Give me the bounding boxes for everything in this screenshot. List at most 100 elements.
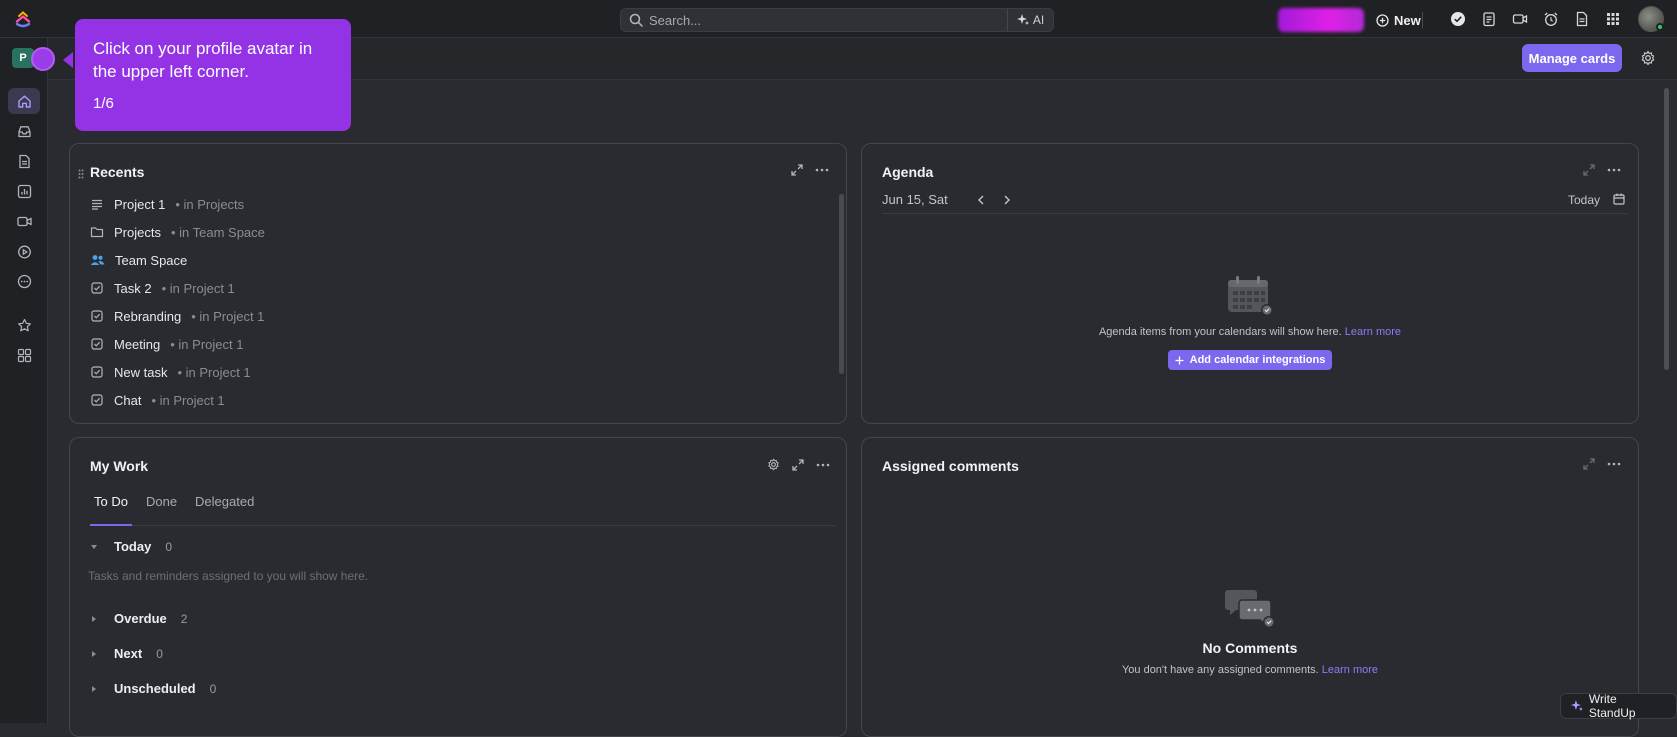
my-work-card: My Work To Do Done Delegated Today 0 Tas… xyxy=(69,437,847,737)
sidebar-item-favorites[interactable] xyxy=(8,312,40,338)
chevron-right-icon[interactable] xyxy=(1002,194,1012,206)
more-horizontal-icon[interactable] xyxy=(816,459,830,471)
list-item[interactable]: Projects • in Team Space xyxy=(90,218,810,246)
list-item[interactable]: Meeting • in Project 1 xyxy=(90,330,810,358)
comments-empty-state: No Comments You don't have any assigned … xyxy=(862,586,1638,676)
divider xyxy=(1422,12,1423,28)
agenda-learn-more-link[interactable]: Learn more xyxy=(1345,326,1401,338)
group-next[interactable]: Next 0 xyxy=(90,646,163,661)
recent-item-location: • in Project 1 xyxy=(191,308,265,324)
gear-icon[interactable] xyxy=(1640,50,1656,66)
alarm-clock-icon[interactable] xyxy=(1543,11,1559,27)
group-overdue[interactable]: Overdue 2 xyxy=(90,611,187,626)
list-item[interactable]: Team Space xyxy=(90,246,810,274)
list-icon xyxy=(90,197,104,211)
write-standup-button[interactable]: Write StandUp xyxy=(1560,692,1677,720)
notepad-icon[interactable] xyxy=(1481,11,1497,27)
agenda-date-bar: Jun 15, Sat Today xyxy=(882,192,1628,214)
onboarding-tooltip[interactable]: Click on your profile avatar in the uppe… xyxy=(75,19,351,131)
more-circle-icon xyxy=(17,274,31,288)
assigned-comments-card: Assigned comments No Comments You don't … xyxy=(861,437,1639,737)
chart-icon xyxy=(17,184,31,198)
my-work-title: My Work xyxy=(90,458,149,474)
drag-handle-icon[interactable] xyxy=(78,169,84,179)
list-item[interactable]: Task 2 • in Project 1 xyxy=(90,274,810,302)
add-calendar-integrations-button[interactable]: Add calendar integrations xyxy=(1167,350,1333,370)
recent-item-name: Meeting xyxy=(114,336,161,352)
calendar-icon[interactable] xyxy=(1612,192,1626,206)
recents-scrollbar[interactable] xyxy=(839,194,844,374)
new-button[interactable]: New xyxy=(1376,9,1421,31)
recent-item-name: Task 2 xyxy=(114,280,152,296)
sparkle-icon xyxy=(1016,14,1029,25)
sidebar-item-more[interactable] xyxy=(8,268,40,294)
list-item[interactable]: Rebranding • in Project 1 xyxy=(90,302,810,330)
caret-down-icon xyxy=(91,544,97,549)
more-horizontal-icon[interactable] xyxy=(815,164,829,176)
expand-icon[interactable] xyxy=(792,458,804,471)
sidebar-item-home[interactable] xyxy=(8,88,40,114)
search-bar[interactable]: Search... AI xyxy=(620,8,1054,32)
video-icon[interactable] xyxy=(1512,11,1528,27)
expand-icon[interactable] xyxy=(1583,458,1595,470)
agenda-card: Agenda Jun 15, Sat Today Agenda items fr… xyxy=(861,143,1639,424)
tab-delegated[interactable]: Delegated xyxy=(191,492,258,526)
folder-icon xyxy=(90,225,104,239)
gear-icon[interactable] xyxy=(767,458,780,471)
comments-illustration-icon xyxy=(1225,590,1275,628)
plus-circle-icon xyxy=(1376,13,1389,27)
comments-learn-more-link[interactable]: Learn more xyxy=(1322,664,1378,676)
agenda-date: Jun 15, Sat xyxy=(882,192,948,207)
clickup-logo-icon[interactable] xyxy=(14,10,32,28)
group-today[interactable]: Today 0 xyxy=(90,539,172,554)
sidebar-item-clips[interactable] xyxy=(8,208,40,234)
my-work-hint: Tasks and reminders assigned to you will… xyxy=(88,569,369,583)
more-horizontal-icon[interactable] xyxy=(1607,164,1621,176)
tour-highlight-dot[interactable] xyxy=(31,47,55,71)
sidebar-item-spaces[interactable] xyxy=(8,342,40,368)
agenda-empty-text: Agenda items from your calendars will sh… xyxy=(862,326,1638,338)
today-button[interactable]: Today xyxy=(1568,193,1600,207)
more-horizontal-icon[interactable] xyxy=(1607,458,1621,470)
list-item[interactable]: New task • in Project 1 xyxy=(90,358,810,386)
group-name: Unscheduled xyxy=(114,681,196,696)
profile-avatar[interactable] xyxy=(1638,6,1664,32)
search-input[interactable]: Search... xyxy=(649,13,1007,28)
sidebar-item-docs[interactable] xyxy=(8,148,40,174)
apps-grid-icon[interactable] xyxy=(1605,11,1621,27)
group-name: Next xyxy=(114,646,143,661)
ai-button[interactable]: AI xyxy=(1007,9,1053,31)
caret-right-icon xyxy=(92,615,96,622)
upgrade-badge[interactable] xyxy=(1278,8,1364,32)
sidebar-item-timesheets[interactable] xyxy=(8,238,40,264)
group-unscheduled[interactable]: Unscheduled 0 xyxy=(90,681,216,696)
group-count: 0 xyxy=(209,681,217,696)
star-icon xyxy=(17,318,31,331)
tab-to-do[interactable]: To Do xyxy=(90,492,132,526)
sidebar-item-inbox[interactable] xyxy=(8,118,40,144)
group-count: 2 xyxy=(180,611,188,626)
list-item[interactable]: Chat • in Project 1 xyxy=(90,386,810,414)
task-icon xyxy=(90,337,104,351)
team-icon xyxy=(90,253,105,267)
my-work-tabs: To Do Done Delegated xyxy=(90,492,836,526)
group-name: Overdue xyxy=(114,611,167,626)
caret-right-icon xyxy=(92,650,96,657)
expand-icon[interactable] xyxy=(1583,164,1595,176)
page-scrollbar[interactable] xyxy=(1664,88,1669,370)
check-circle-icon[interactable] xyxy=(1450,11,1466,27)
expand-icon[interactable] xyxy=(791,164,803,176)
recent-item-name: Projects xyxy=(114,224,161,240)
list-item[interactable]: Project 1 • in Projects xyxy=(90,190,810,218)
add-calendar-label: Add calendar integrations xyxy=(1189,354,1326,366)
task-icon xyxy=(90,393,104,407)
comments-empty-message: You don't have any assigned comments. xyxy=(1121,664,1319,676)
manage-cards-button[interactable]: Manage cards xyxy=(1522,44,1622,72)
tab-done[interactable]: Done xyxy=(142,492,181,526)
recent-item-name: Chat xyxy=(114,392,142,408)
recent-item-name: Project 1 xyxy=(114,196,166,212)
group-count: 0 xyxy=(156,646,163,661)
chevron-left-icon[interactable] xyxy=(976,194,986,206)
sidebar-item-dashboards[interactable] xyxy=(8,178,40,204)
document-icon[interactable] xyxy=(1574,11,1590,27)
